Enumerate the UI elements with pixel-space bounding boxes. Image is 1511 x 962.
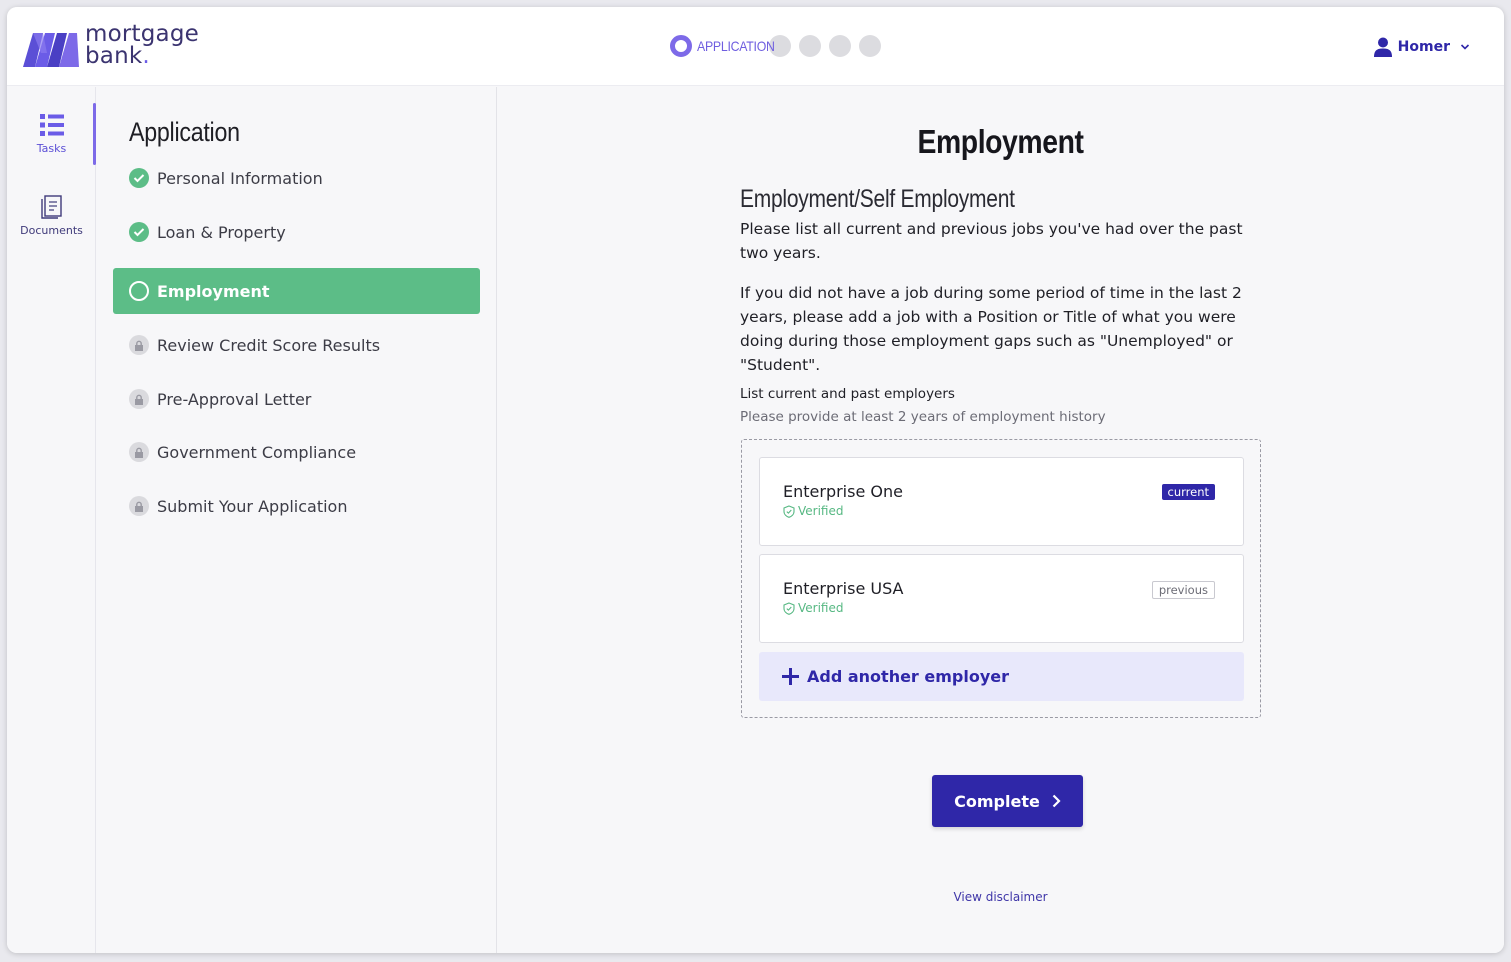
task-label: Government Compliance <box>157 442 357 462</box>
task-pre-approval-letter[interactable]: Pre-Approval Letter <box>113 376 480 422</box>
task-personal-information[interactable]: Personal Information <box>113 155 480 201</box>
verified-status: Verified <box>783 601 844 615</box>
panel-title: Application <box>129 117 240 147</box>
circle-outline-icon <box>129 281 149 301</box>
app-window: mortgage bank. APPLICATION Homer Tasks D… <box>7 7 1504 953</box>
employer-card[interactable]: Enterprise USA Verified previous <box>759 554 1244 643</box>
employers-list-label: List current and past employers <box>740 386 955 402</box>
progress-step-label: APPLICATION <box>697 38 775 54</box>
plus-icon <box>782 668 799 685</box>
rail-tasks-label: Tasks <box>36 142 67 155</box>
employer-card[interactable]: Enterprise One Verified current <box>759 457 1244 546</box>
task-government-compliance[interactable]: Government Compliance <box>113 429 480 475</box>
employers-list-hint: Please provide at least 2 years of emplo… <box>740 409 1106 425</box>
document-icon <box>40 195 62 219</box>
task-review-credit-score[interactable]: Review Credit Score Results <box>113 322 480 368</box>
task-loan-property[interactable]: Loan & Property <box>113 209 480 255</box>
lock-icon <box>129 442 149 462</box>
main-content: Employment Employment/Self Employment Pl… <box>497 87 1504 953</box>
task-label: Review Credit Score Results <box>157 335 381 355</box>
verified-label: Verified <box>798 601 844 615</box>
progress-step-4 <box>829 35 851 57</box>
add-employer-label: Add another employer <box>807 667 1010 686</box>
progress-step-active <box>670 35 692 57</box>
instructions-paragraph-2: If you did not have a job during some pe… <box>740 284 1242 374</box>
user-name: Homer <box>1397 39 1450 55</box>
progress-stepper: APPLICATION <box>670 35 881 57</box>
shield-check-icon <box>783 504 795 518</box>
verified-label: Verified <box>798 504 844 518</box>
list-icon <box>39 114 64 136</box>
task-label: Loan & Property <box>157 222 286 242</box>
brand-wordmark: mortgage bank. <box>85 21 199 69</box>
verified-status: Verified <box>783 504 844 518</box>
left-rail: Tasks Documents <box>7 87 96 953</box>
task-label: Employment <box>157 281 270 301</box>
progress-step-5 <box>859 35 881 57</box>
lock-icon <box>129 335 149 355</box>
section-title: Employment/Self Employment <box>740 185 1015 213</box>
complete-button[interactable]: Complete <box>932 775 1083 827</box>
progress-step-3 <box>799 35 821 57</box>
lock-icon <box>129 389 149 409</box>
task-employment[interactable]: Employment <box>113 268 480 314</box>
check-circle-icon <box>129 222 149 242</box>
add-employer-button[interactable]: Add another employer <box>759 652 1244 701</box>
complete-label: Complete <box>954 791 1040 811</box>
view-disclaimer-link[interactable]: View disclaimer <box>497 890 1504 904</box>
chevron-right-icon <box>1052 794 1061 808</box>
employer-name: Enterprise USA <box>783 579 904 598</box>
task-label: Pre-Approval Letter <box>157 389 312 409</box>
shield-check-icon <box>783 601 795 615</box>
task-label: Submit Your Application <box>157 496 348 516</box>
employers-list: Enterprise One Verified current Enterpri… <box>741 439 1261 718</box>
rail-item-documents[interactable]: Documents <box>7 195 96 237</box>
user-icon <box>1373 37 1392 57</box>
logo-mark-icon <box>23 33 79 67</box>
brand-line-2: bank <box>85 43 143 69</box>
chevron-down-icon <box>1460 44 1470 50</box>
page-title: Employment <box>917 123 1084 160</box>
brand-dot: . <box>142 43 150 69</box>
brand-line-1: mortgage <box>85 21 199 47</box>
task-label: Personal Information <box>157 168 323 188</box>
brand-logo[interactable]: mortgage bank. <box>23 21 223 71</box>
task-submit-application[interactable]: Submit Your Application <box>113 483 480 529</box>
status-badge: current <box>1161 484 1215 500</box>
task-panel: Application Personal Information Loan & … <box>96 87 497 953</box>
user-menu[interactable]: Homer <box>1373 37 1470 57</box>
employer-name: Enterprise One <box>783 482 903 501</box>
rail-item-tasks[interactable]: Tasks <box>7 113 96 155</box>
rail-documents-label: Documents <box>20 224 83 237</box>
instructions-paragraph-1: Please list all current and previous job… <box>740 220 1243 262</box>
lock-icon <box>129 496 149 516</box>
top-bar: mortgage bank. APPLICATION Homer <box>7 7 1504 86</box>
status-badge: previous <box>1151 581 1215 599</box>
check-circle-icon <box>129 168 149 188</box>
